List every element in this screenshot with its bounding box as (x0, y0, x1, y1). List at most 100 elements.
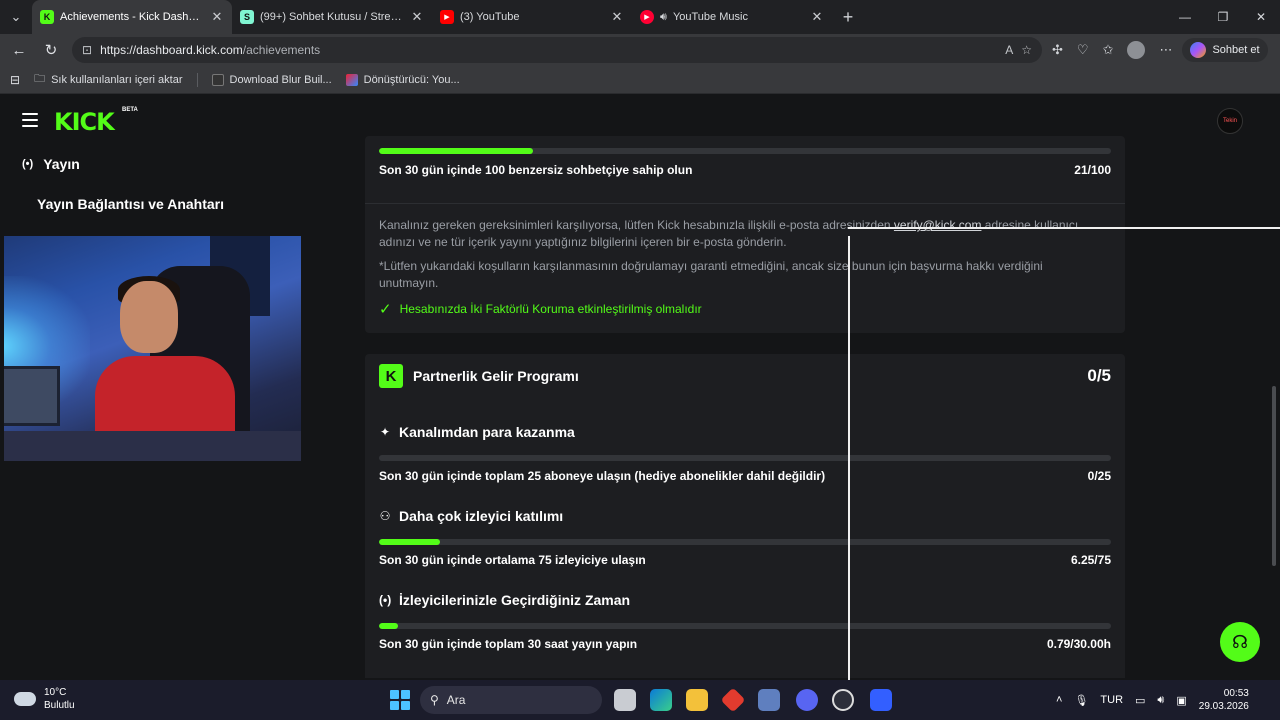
requirement-value: 0.79/30.00h (1046, 637, 1111, 651)
favorites-icon[interactable]: ✩ (1103, 42, 1114, 58)
sidebar-toggle-icon[interactable]: ⊟ (10, 73, 20, 87)
volume-icon[interactable]: 🔊︎ (1157, 694, 1164, 707)
copilot-label: Sohbet et (1212, 44, 1260, 56)
cloud-icon (14, 692, 36, 706)
close-window-icon[interactable]: ✕ (1242, 0, 1280, 34)
checkmark-icon: ✓ (379, 301, 392, 318)
broadcast-icon: (•) (379, 593, 392, 607)
roblox-icon[interactable] (870, 689, 892, 711)
microphone-icon[interactable]: 🎙︎ (1074, 694, 1088, 707)
read-aloud-icon[interactable]: A (1005, 43, 1013, 57)
section-title: Kanalımdan para kazanma (399, 424, 575, 440)
more-menu-icon[interactable]: ⋯ (1159, 42, 1172, 58)
start-windows-icon[interactable] (390, 690, 410, 710)
section-title: İzleyicilerinizle Geçirdiğiniz Zaman (399, 592, 631, 608)
tab-youtube-music[interactable]: ▶ 🔊︎ YouTube Music ✕ (632, 0, 832, 34)
page-scrollbar[interactable] (1272, 386, 1276, 566)
browser-essentials-icon[interactable]: ♡ (1077, 42, 1089, 58)
language-indicator[interactable]: TUR (1100, 694, 1123, 706)
time: 00:53 (1223, 688, 1249, 699)
progress-fill (379, 539, 440, 545)
tab-title: (3) YouTube (460, 11, 520, 23)
url-field[interactable]: ⊡ https://dashboard.kick.com/achievement… (72, 37, 1042, 63)
back-arrow-icon[interactable]: ← (8, 42, 30, 59)
network-icon[interactable]: ▭ (1135, 694, 1145, 707)
section-title: Daha çok izleyici katılımı (399, 508, 564, 524)
blur-favicon-icon (211, 73, 224, 86)
support-chat-button[interactable]: ☊ (1220, 622, 1260, 662)
browser-tab-bar: ⌄ K Achievements - Kick Dashboard ✕ S (9… (0, 0, 1280, 34)
bookmark-label: Sık kullanılanları içeri aktar (51, 73, 183, 86)
reload-icon[interactable]: ↻ (40, 41, 62, 59)
tab-streamlabs[interactable]: S (99+) Sohbet Kutusu / Streamlabs ✕ (232, 0, 432, 34)
user-avatar[interactable]: Tekin (1217, 108, 1243, 134)
new-tab-plus-icon[interactable]: + (832, 0, 864, 34)
verify-email-link[interactable]: verify@kick.com (894, 218, 982, 232)
bookmark-import[interactable]: 🗀︎ Sık kullanılanları içeri aktar (34, 70, 182, 89)
tab-close-icon[interactable]: ✕ (210, 9, 224, 25)
beta-label: BETA (122, 107, 138, 113)
copilot-button[interactable]: Sohbet et (1182, 38, 1268, 62)
taskbar-search[interactable]: ⚲ Ara (420, 686, 602, 714)
obs-icon[interactable] (832, 689, 854, 711)
tab-close-icon[interactable]: ✕ (410, 9, 424, 25)
tab-youtube[interactable]: ▶ (3) YouTube ✕ (432, 0, 632, 34)
tab-title: (99+) Sohbet Kutusu / Streamlabs (260, 11, 404, 23)
app-red-diamond-icon[interactable] (720, 687, 746, 713)
windows-taskbar: 10°C Bulutlu ⚲ Ara ˄ 🎙︎ TUR ▭ 🔊︎ ▣ 00:53… (0, 680, 1280, 720)
profile-avatar-icon[interactable] (1127, 41, 1146, 59)
weather-temp: 10°C (44, 687, 67, 698)
bookmark-blur[interactable]: Download Blur Buil... (211, 73, 332, 86)
partner-program-card: K Partnerlik Gelir Programı 0/5 ✦ Kanalı… (365, 354, 1125, 678)
minimize-icon[interactable]: — (1166, 0, 1204, 34)
hours-progress (379, 623, 1111, 629)
bookmark-label: Download Blur Buil... (229, 73, 332, 86)
broadcast-icon: (•) (22, 158, 34, 170)
card-divider (365, 203, 1125, 204)
edge-icon[interactable] (650, 689, 672, 711)
app-grid-icon[interactable] (758, 689, 780, 711)
favorite-star-icon[interactable]: ☆ (1021, 43, 1032, 57)
kick-favicon-icon: K (40, 10, 54, 24)
sidebar-item-yayin[interactable]: (•) Yayın (22, 156, 80, 172)
speaker-icon[interactable]: 🔊︎ (660, 11, 667, 24)
headset-icon: ☊ (1232, 631, 1248, 652)
hamburger-menu-icon[interactable] (22, 113, 38, 127)
chevron-up-icon[interactable]: ˄ (1056, 694, 1062, 706)
clock[interactable]: 00:53 29.03.2026 (1199, 687, 1249, 713)
converter-favicon-icon (345, 73, 358, 86)
section-time: (•) İzleyicilerinizle Geçirdiğiniz Zaman (379, 592, 630, 608)
requirement-text: Son 30 gün içinde toplam 25 aboneye ulaş… (379, 469, 826, 483)
extensions-icon[interactable]: ✣ (1052, 42, 1063, 58)
weather-widget[interactable]: 10°C Bulutlu (14, 686, 75, 712)
kick-logo[interactable]: KICK (54, 108, 115, 136)
achievements-content: Son 30 gün içinde 100 benzersiz sohbetçi… (365, 136, 1125, 678)
search-icon: ⚲ (430, 693, 439, 707)
tab-close-icon[interactable]: ✕ (810, 9, 824, 25)
site-info-icon[interactable]: ⊡ (82, 43, 92, 57)
address-bar-row: ← ↻ ⊡ https://dashboard.kick.com/achieve… (0, 34, 1280, 66)
battery-icon[interactable]: ▣ (1176, 694, 1186, 707)
system-tray: ˄ 🎙︎ TUR ▭ 🔊︎ ▣ 00:53 29.03.2026 (1056, 680, 1249, 720)
verification-info: Kanalınız gereken gereksinimleri karşılı… (379, 217, 1099, 251)
unique-chatters-progress (379, 148, 1111, 154)
tab-title: Achievements - Kick Dashboard (60, 11, 204, 23)
tab-kick-achievements[interactable]: K Achievements - Kick Dashboard ✕ (32, 0, 232, 34)
tab-close-icon[interactable]: ✕ (610, 9, 624, 25)
restore-icon[interactable]: ❐ (1204, 0, 1242, 34)
bookmark-converter[interactable]: Dönüştürücü: You... (345, 73, 460, 86)
sidebar-item-stream-key[interactable]: Yayın Bağlantısı ve Anahtarı (37, 196, 224, 212)
url-host: https://dashboard.kick.com (100, 43, 243, 57)
program-count: 0/5 (1087, 366, 1111, 385)
requirements-card: Son 30 gün içinde 100 benzersiz sohbetçi… (365, 136, 1125, 333)
bookmark-label: Dönüştürücü: You... (363, 73, 460, 86)
avatar-text: Tekin (1222, 118, 1237, 124)
task-view-icon[interactable] (614, 689, 636, 711)
requirement-text: Son 30 gün içinde toplam 30 saat yayın y… (379, 637, 638, 651)
import-folder-icon: 🗀︎ (34, 73, 46, 85)
discord-icon[interactable] (796, 689, 818, 711)
requirement-text: Son 30 gün içinde 100 benzersiz sohbetçi… (379, 163, 693, 177)
tab-actions-chevron-icon[interactable]: ⌄ (0, 0, 32, 34)
webcam-overlay (4, 236, 301, 461)
file-explorer-icon[interactable] (686, 689, 708, 711)
